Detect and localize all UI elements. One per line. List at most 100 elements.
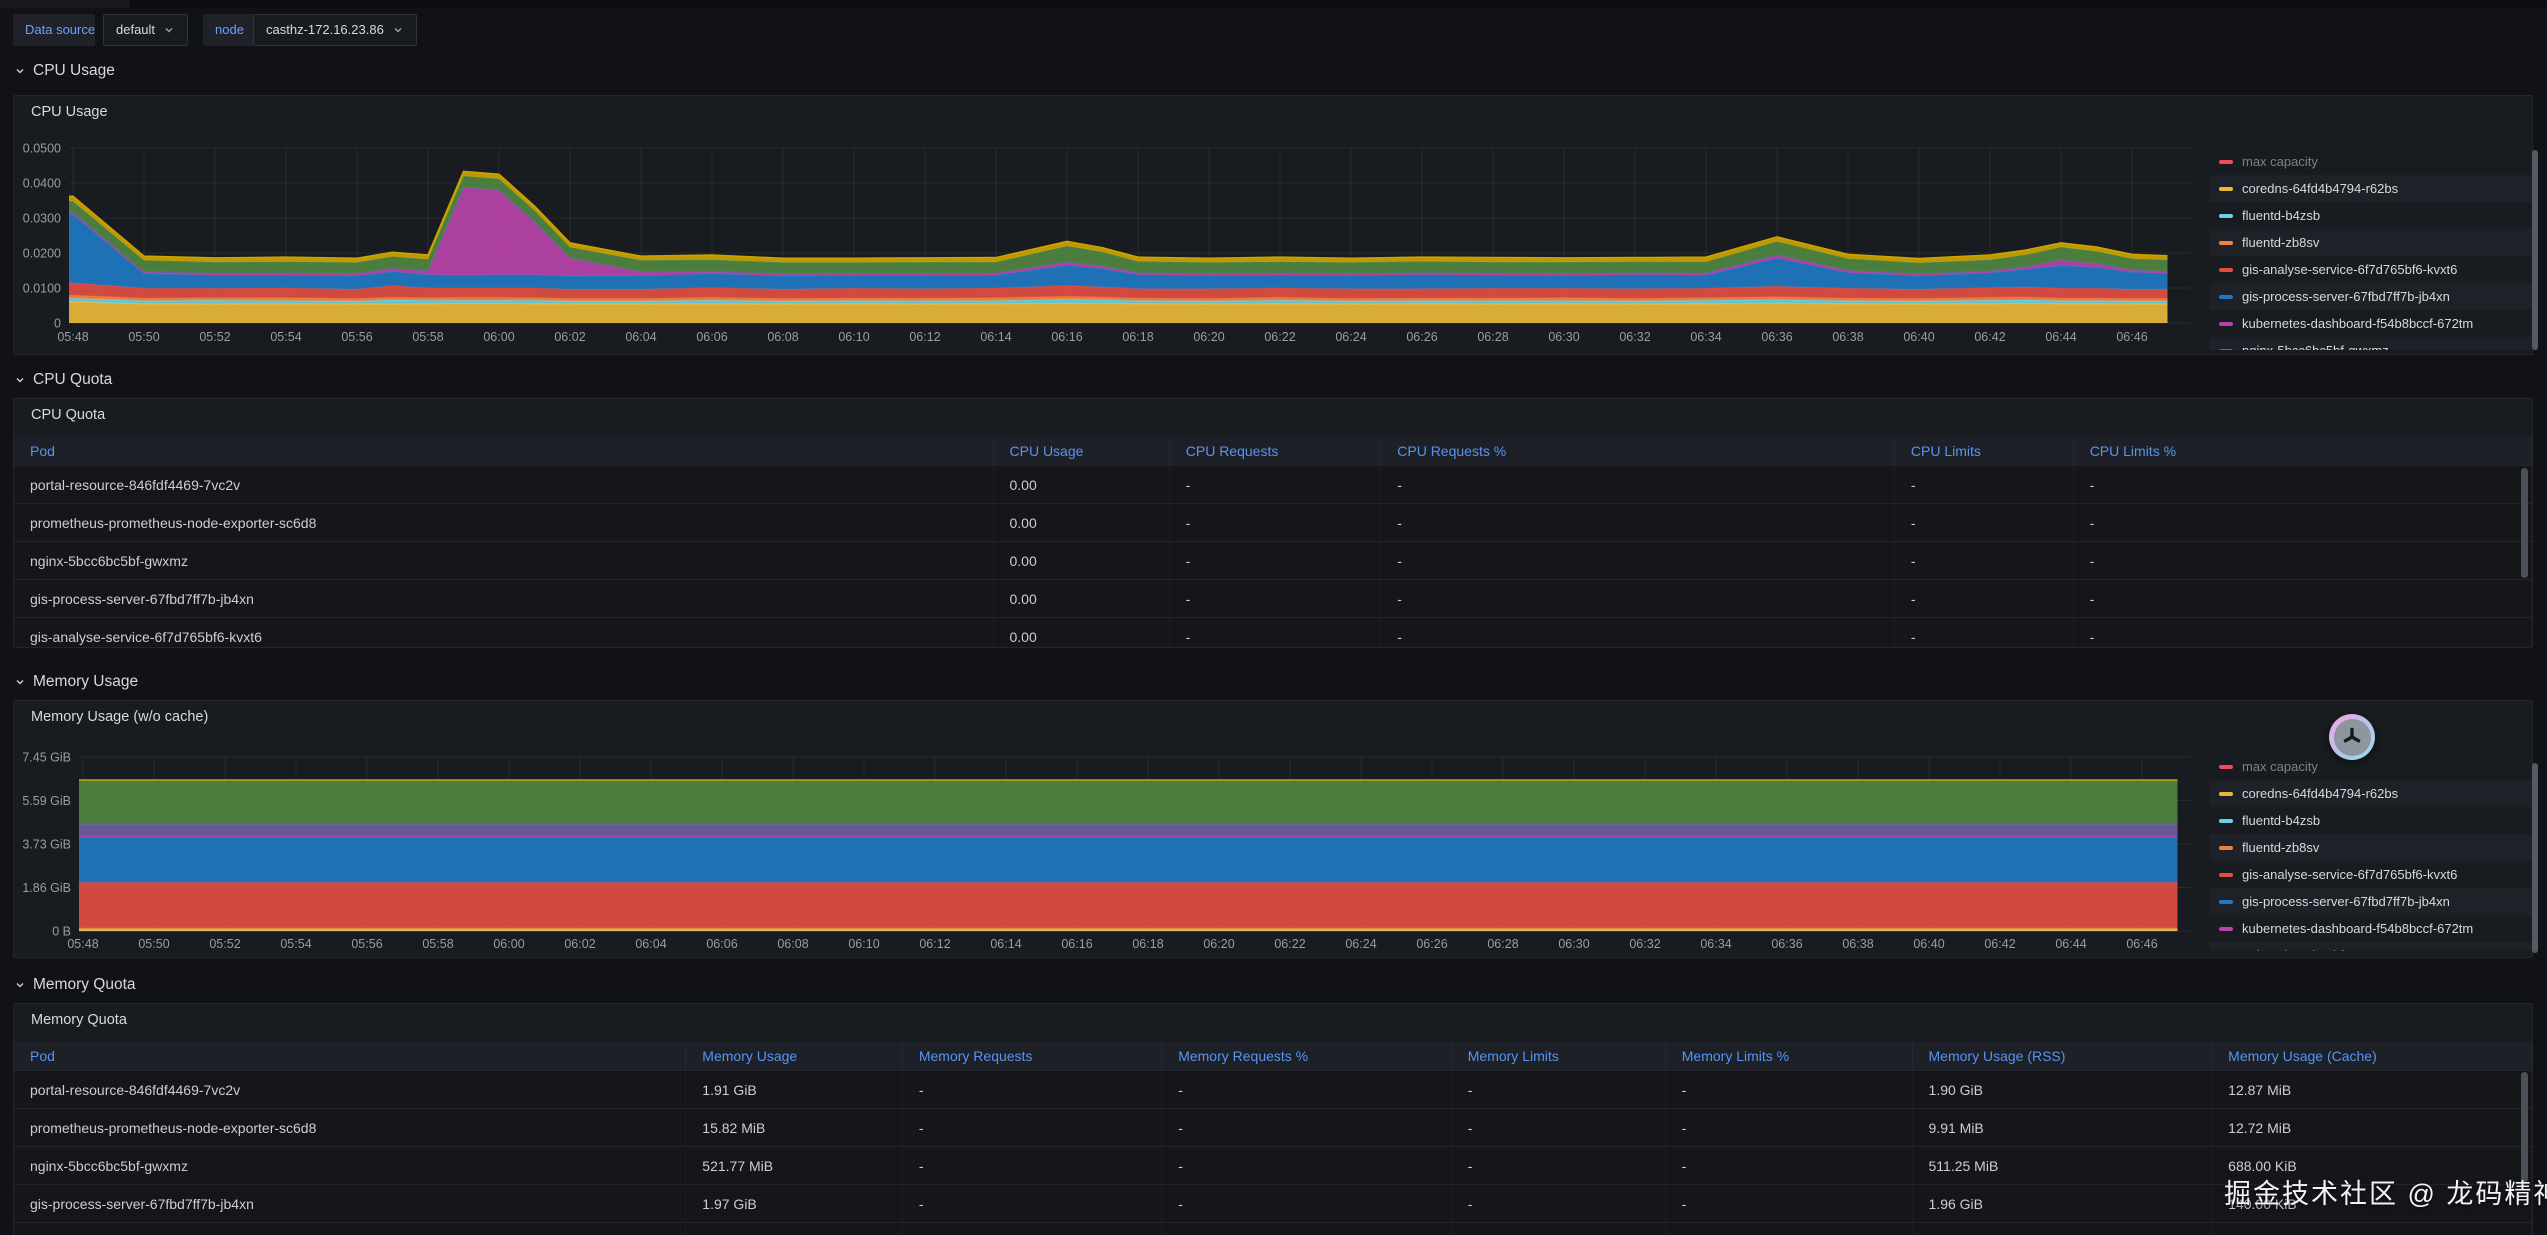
node-label-text: node (215, 22, 244, 37)
value-cell: 0.00 (994, 504, 1170, 541)
memory-usage-chart[interactable]: 05:48 05:50 05:52 05:54 05:56 05:58 06:00 06:02… (14, 701, 2532, 957)
legend-swatch-icon (2219, 926, 2233, 931)
legend-label: fluentd-zb8sv (2242, 235, 2320, 250)
value-cell: - (1895, 504, 2074, 541)
x-axis-tick-label: 06:04 (625, 330, 656, 344)
x-axis-tick-label: 06:28 (1477, 330, 1508, 344)
x-axis-tick-label: 06:34 (1700, 937, 1731, 951)
pod-name-cell: gis-analyse-service-6f7d765bf6-kvxt6 (14, 618, 994, 647)
legend-item[interactable]: gis-process-server-67fbd7ff7b-jb4xn (2209, 283, 2532, 310)
cpu-quota-table-scrollbar[interactable] (2521, 468, 2528, 578)
legend-swatch-icon (2219, 845, 2233, 850)
node-label: node (203, 14, 256, 46)
legend-item[interactable]: nginx-5bcc6bc5bf-gwxmz (2209, 942, 2532, 951)
panel-title-memory-quota[interactable]: Memory Quota (31, 1012, 127, 1028)
column-header[interactable]: CPU Requests % (1381, 437, 1895, 465)
x-axis-tick-label: 05:52 (199, 330, 230, 344)
y-axis-tick-label: 0.0400 (23, 177, 61, 191)
legend-label: nginx-5bcc6bc5bf-gwxmz (2242, 343, 2389, 350)
section-title: CPU Quota (33, 371, 113, 388)
legend-label: fluentd-zb8sv (2242, 840, 2320, 855)
memory-quota-table: Pod Memory Usage Memory Requests Memory Req… (14, 1042, 2532, 1235)
section-header-cpu-quota[interactable]: CPU Quota (14, 369, 112, 391)
column-header[interactable]: Memory Usage (RSS) (1913, 1042, 2213, 1070)
x-axis-tick-label: 06:20 (1193, 330, 1224, 344)
column-header[interactable]: Pod (14, 437, 994, 465)
legend-swatch-icon (2219, 321, 2233, 326)
value-cell: - (903, 1109, 1163, 1146)
data-source-label-text: Data source (25, 22, 96, 37)
column-header[interactable]: CPU Limits % (2074, 437, 2532, 465)
cpu-quota-table: Pod CPU Usage CPU Requests CPU Requests % CP… (14, 437, 2532, 647)
legend-item[interactable]: coredns-64fd4b4794-r62bs (2209, 175, 2532, 202)
x-axis-tick-label: 06:04 (635, 937, 666, 951)
legend-item[interactable]: fluentd-zb8sv (2209, 834, 2532, 861)
floating-assistant-button[interactable] (2329, 714, 2375, 760)
column-header[interactable]: CPU Limits (1895, 437, 2074, 465)
column-header[interactable]: CPU Requests (1170, 437, 1382, 465)
legend-item[interactable]: max capacity (2209, 148, 2532, 175)
x-axis-tick-label: 06:32 (1629, 937, 1660, 951)
panel-title-cpu-quota[interactable]: CPU Quota (31, 407, 105, 423)
memory-legend-scrollbar[interactable] (2532, 763, 2538, 953)
legend-item[interactable]: gis-process-server-67fbd7ff7b-jb4xn (2209, 888, 2532, 915)
value-cell: 1.97 GiB (686, 1185, 903, 1222)
x-axis-tick-label: 06:36 (1771, 937, 1802, 951)
pod-name-cell: portal-resource-846fdf4469-7vc2v (14, 1071, 687, 1108)
column-header[interactable]: Memory Usage (Cache) (2212, 1042, 2532, 1070)
value-cell: - (1162, 1223, 1452, 1235)
legend-item[interactable]: gis-analyse-service-6f7d765bf6-kvxt6 (2209, 861, 2532, 888)
legend-item[interactable]: max capacity (2209, 753, 2532, 780)
legend-item[interactable]: fluentd-zb8sv (2209, 229, 2532, 256)
legend-label: coredns-64fd4b4794-r62bs (2242, 786, 2399, 801)
column-header[interactable]: CPU Usage (994, 437, 1170, 465)
cpu-usage-chart[interactable]: 05:48 05:50 05:52 05:54 05:56 05:58 06:00 06:02… (14, 96, 2532, 354)
value-cell: 12.87 MiB (2212, 1071, 2532, 1108)
window-top-strip-segment (0, 0, 130, 8)
value-cell: - (1666, 1109, 1913, 1146)
data-source-label: Data source (13, 14, 95, 46)
node-select[interactable]: casthz-172.16.23.86 (253, 14, 417, 46)
x-axis-tick-label: 06:28 (1487, 937, 1518, 951)
column-header[interactable]: Pod (14, 1042, 687, 1070)
y-axis-tick-label: 0.0300 (23, 212, 61, 226)
value-cell: 0.00 (994, 618, 1170, 647)
legend-label: nginx-5bcc6bc5bf-gwxmz (2242, 948, 2389, 951)
section-header-memory-quota[interactable]: Memory Quota (14, 974, 136, 996)
column-header[interactable]: Memory Requests (903, 1042, 1163, 1070)
column-header[interactable]: Memory Usage (686, 1042, 903, 1070)
legend-item[interactable]: coredns-64fd4b4794-r62bs (2209, 780, 2532, 807)
x-axis-tick-label: 06:30 (1558, 937, 1589, 951)
value-cell: - (1666, 1223, 1913, 1235)
column-header[interactable]: Memory Limits (1452, 1042, 1666, 1070)
chevron-down-icon (16, 982, 24, 988)
legend-label: gis-process-server-67fbd7ff7b-jb4xn (2242, 894, 2450, 909)
legend-item[interactable]: fluentd-b4zsb (2209, 807, 2532, 834)
x-axis-tick-label: 06:06 (696, 330, 727, 344)
x-axis-tick-label: 06:38 (1832, 330, 1863, 344)
series-area-portal-resource-846fdf4469-7vc2v (79, 780, 2178, 825)
x-axis-tick-label: 06:12 (919, 937, 950, 951)
x-axis-tick-label: 06:14 (990, 937, 1021, 951)
memory-quota-table-scrollbar[interactable] (2521, 1072, 2528, 1182)
legend-item[interactable]: gis-analyse-service-6f7d765bf6-kvxt6 (2209, 256, 2532, 283)
legend-item[interactable]: kubernetes-dashboard-f54b8bccf-672tm (2209, 915, 2532, 942)
value-cell: - (1452, 1147, 1666, 1184)
y-axis-tick-label: 1.86 GiB (22, 881, 71, 895)
legend-swatch-icon (2219, 159, 2233, 164)
section-header-cpu-usage[interactable]: CPU Usage (14, 60, 115, 82)
column-header[interactable]: Memory Requests % (1162, 1042, 1452, 1070)
value-cell: - (1170, 466, 1382, 503)
value-cell: - (903, 1147, 1163, 1184)
legend-item[interactable]: kubernetes-dashboard-f54b8bccf-672tm (2209, 310, 2532, 337)
value-cell: 0.00 (994, 580, 1170, 617)
section-header-memory-usage[interactable]: Memory Usage (14, 671, 138, 693)
value-cell: - (1381, 504, 1895, 541)
legend-item[interactable]: nginx-5bcc6bc5bf-gwxmz (2209, 337, 2532, 350)
column-header[interactable]: Memory Limits % (1666, 1042, 1913, 1070)
cpu-legend-scrollbar[interactable] (2532, 150, 2538, 350)
legend-item[interactable]: fluentd-b4zsb (2209, 202, 2532, 229)
data-source-select[interactable]: default (103, 14, 189, 46)
value-cell: 511.25 MiB (1913, 1147, 2213, 1184)
value-cell: 1.98 GiB (686, 1223, 903, 1235)
